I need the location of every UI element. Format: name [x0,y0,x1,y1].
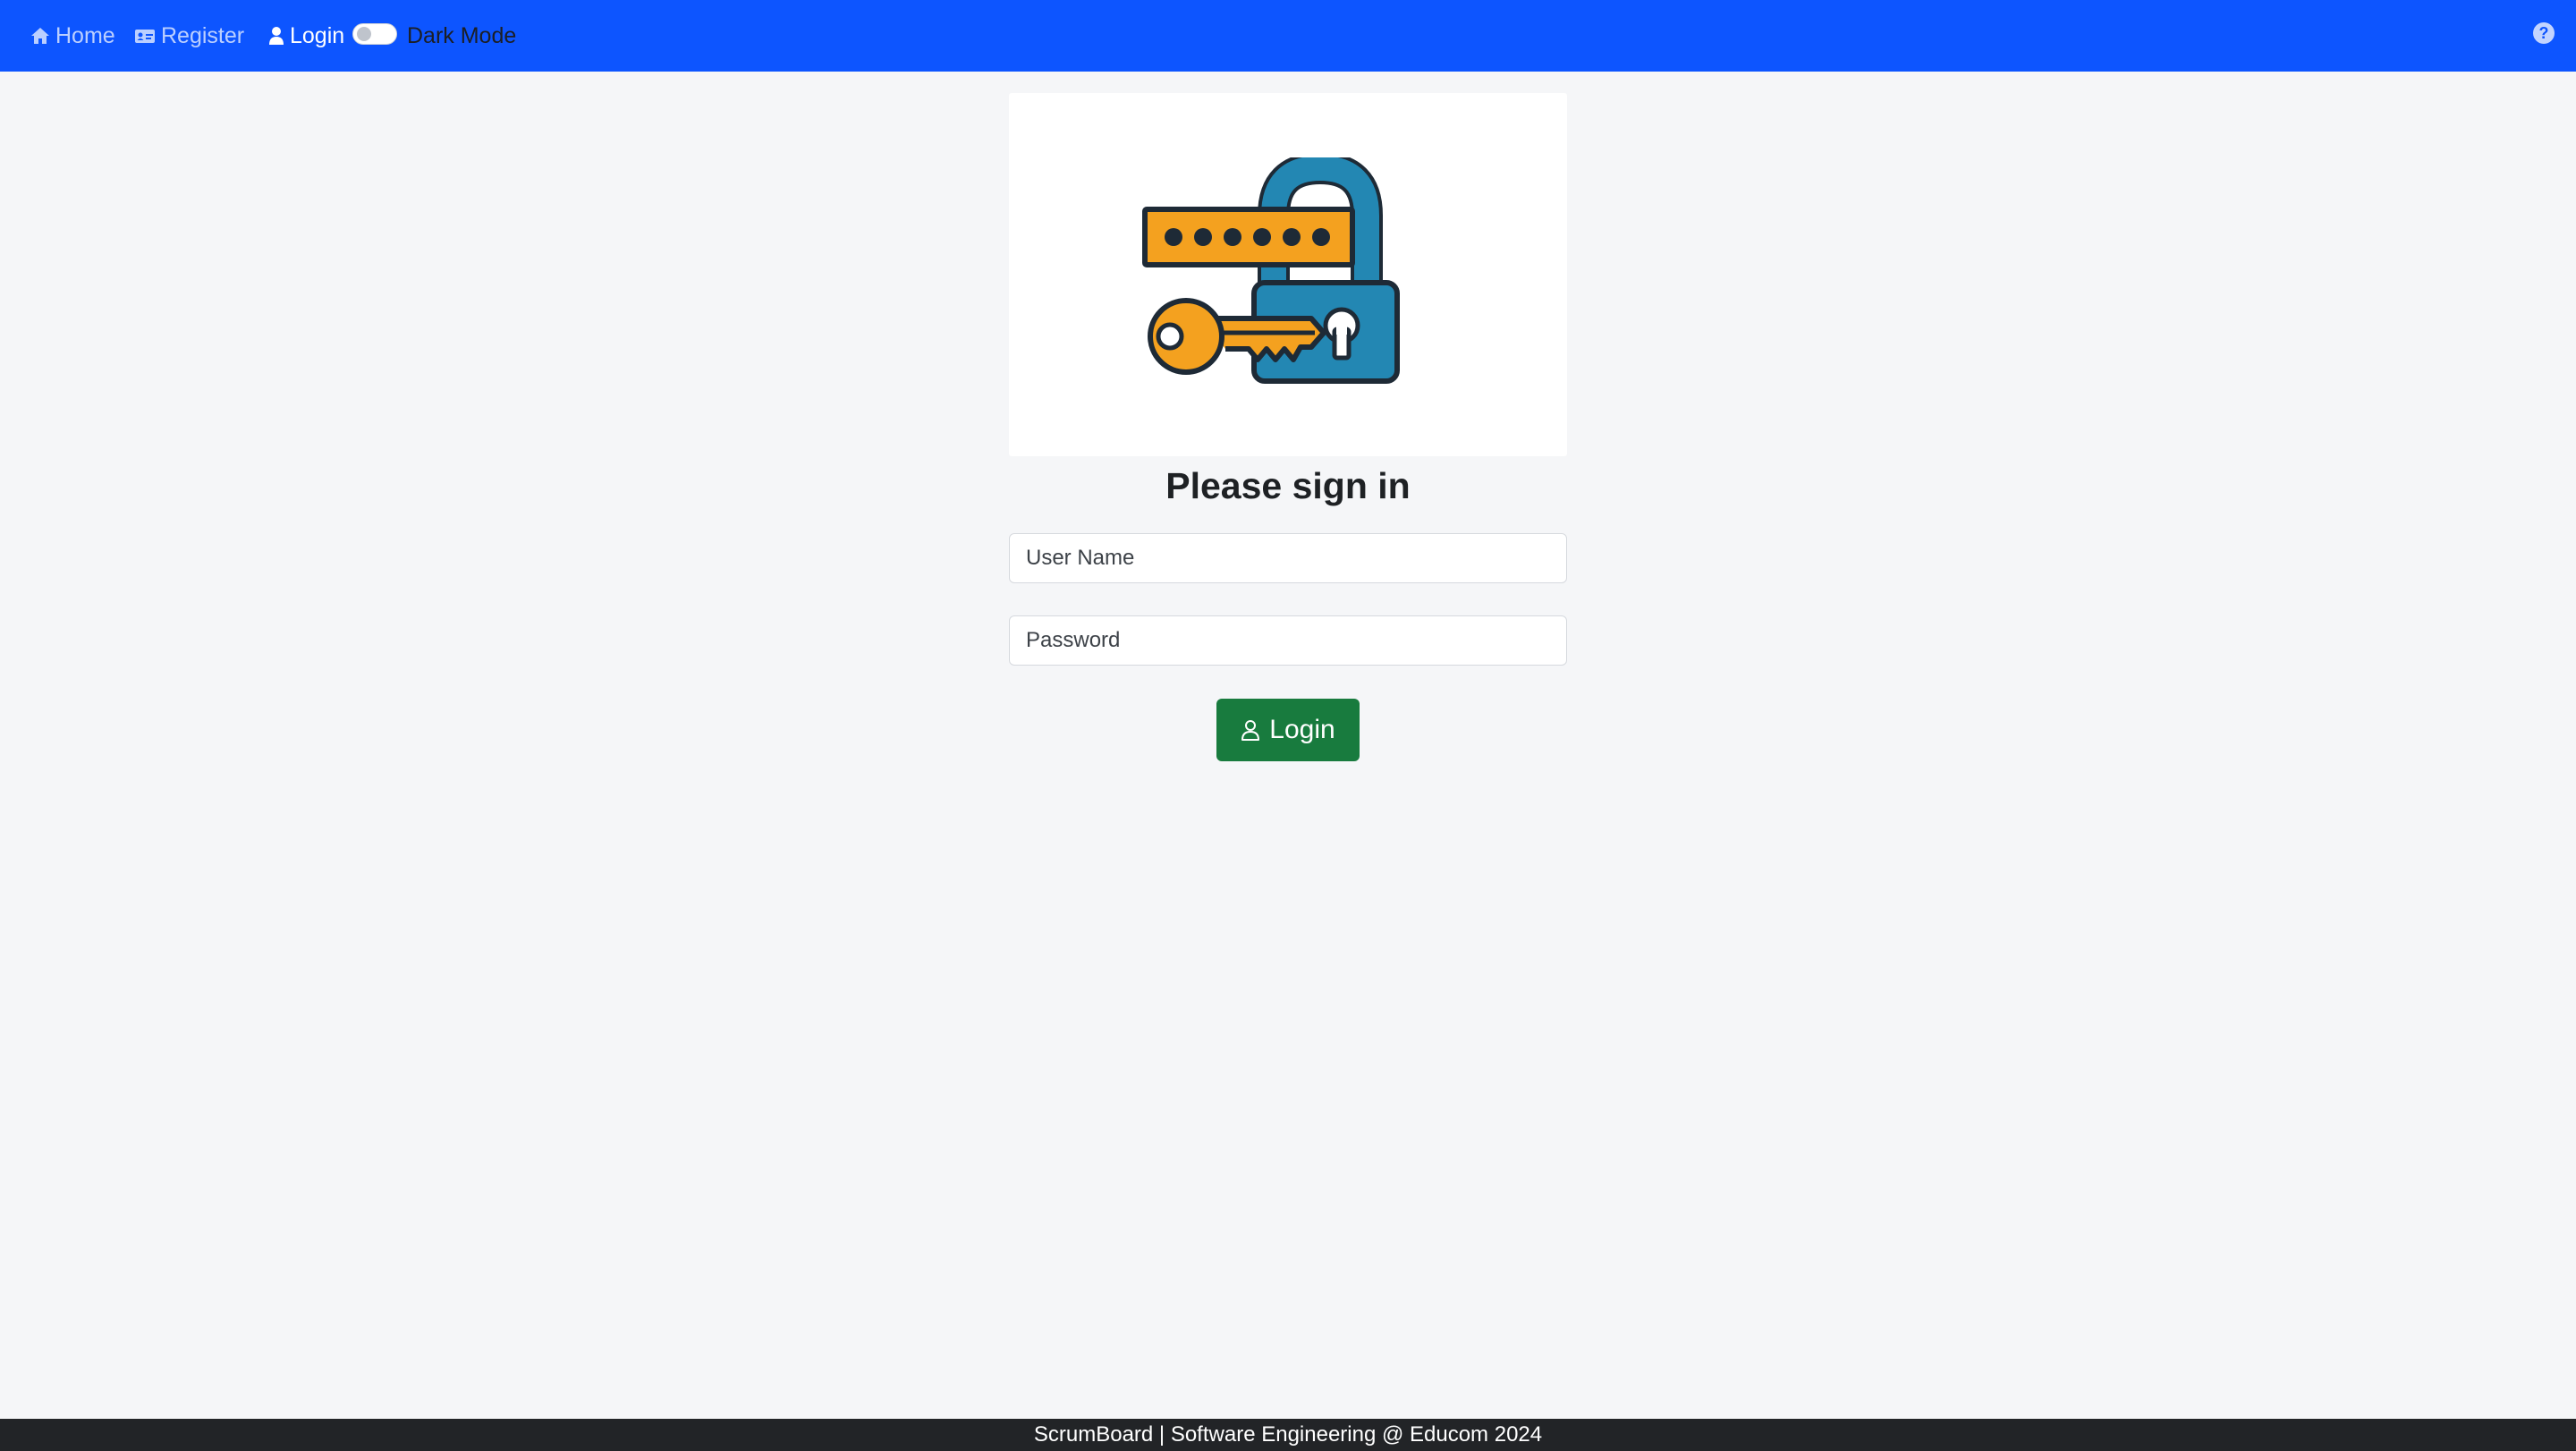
nav-login-label: Login [290,22,345,48]
question-circle-icon[interactable]: ? [2531,21,2556,46]
toggle-knob [357,27,371,41]
footer: ScrumBoard | Software Engineering @ Educ… [0,1419,2576,1451]
home-icon [31,28,49,44]
password-lock-key-illustration [1142,157,1400,384]
user-icon [269,27,284,45]
dark-mode-label: Dark Mode [407,22,517,48]
nav-home-label: Home [55,22,115,48]
login-button[interactable]: Login [1216,699,1360,761]
page-title: Please sign in [1165,465,1411,506]
nav-login-link[interactable]: Login [268,0,344,72]
top-navbar: Home Register Login Dark Mode ? [0,0,2576,72]
id-card-icon [135,30,155,43]
password-input[interactable] [1009,615,1567,666]
nav-register-label: Register [161,22,245,48]
nav-home-link[interactable]: Home [30,0,115,72]
login-button-label: Login [1269,715,1335,744]
person-outline-icon [1241,720,1260,741]
svg-text:?: ? [2539,24,2549,42]
dark-mode-toggle[interactable] [352,23,397,45]
username-input[interactable] [1009,533,1567,583]
footer-text: ScrumBoard | Software Engineering @ Educ… [1033,1422,1543,1447]
login-illustration-card [1009,93,1567,456]
nav-register-link[interactable]: Register [134,0,244,72]
